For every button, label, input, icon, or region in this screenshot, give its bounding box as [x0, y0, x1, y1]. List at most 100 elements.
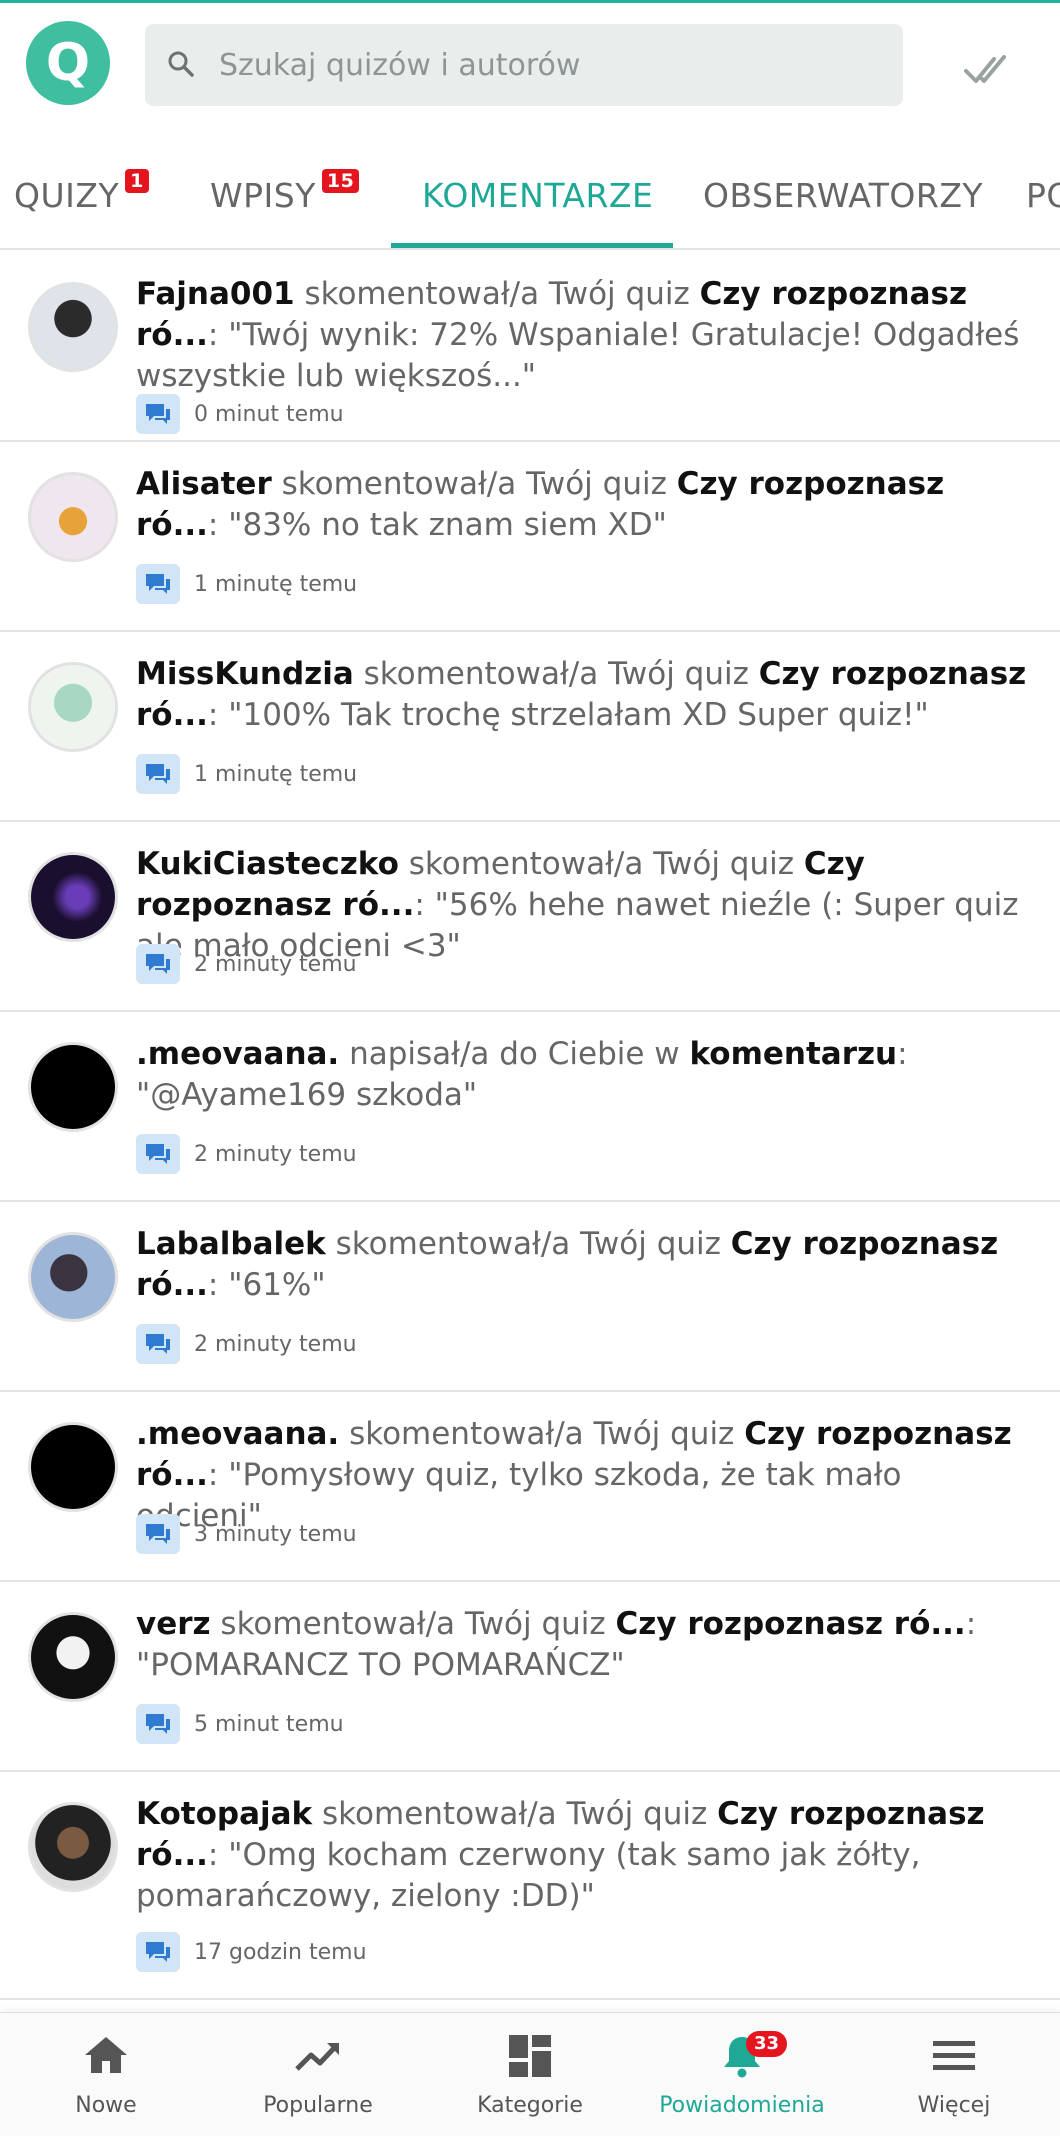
nav-label: Kategorie [477, 2093, 583, 2118]
username-link[interactable]: MissKundzia [136, 656, 354, 692]
logo-letter: Q [45, 33, 91, 93]
timestamp: 17 godzin temu [194, 1939, 367, 1965]
bottom-navigation: Nowe Popularne Kategorie 33 Powiadomieni… [0, 2012, 1060, 2136]
notification-meta: 5 minut temu [136, 1704, 344, 1744]
notification-meta: 17 godzin temu [136, 1932, 367, 1972]
notification-item[interactable]: KukiCiasteczko skomentował/a Twój quiz C… [0, 822, 1060, 1012]
nav-kategorie[interactable]: Kategorie [424, 2013, 636, 2136]
nav-powiadomienia[interactable]: 33 Powiadomienia [636, 2013, 848, 2136]
comment-icon [136, 1324, 180, 1364]
comment-icon [136, 754, 180, 794]
notification-meta: 1 minutę temu [136, 754, 357, 794]
timestamp: 0 minut temu [194, 401, 344, 427]
notification-item[interactable]: Alisater skomentował/a Twój quiz Czy roz… [0, 442, 1060, 632]
notification-item[interactable]: .meovaana. napisał/a do Ciebie w komenta… [0, 1012, 1060, 1202]
nav-label: Nowe [75, 2093, 137, 2118]
tab-badge: 15 [321, 169, 360, 193]
username-link[interactable]: Alisater [136, 466, 272, 502]
notification-meta: 3 minuty temu [136, 1514, 357, 1554]
notification-item[interactable]: verz skomentował/a Twój quiz Czy rozpozn… [0, 1582, 1060, 1772]
notification-item[interactable]: Fajna001 skomentował/a Twój quiz Czy roz… [0, 252, 1060, 442]
timestamp: 2 minuty temu [194, 951, 357, 977]
action-text: skomentował/a Twój quiz [353, 656, 759, 692]
username-link[interactable]: Kotopajak [136, 1796, 312, 1832]
action-text: skomentował/a Twój quiz [325, 1226, 731, 1262]
notification-text: MissKundzia skomentował/a Twój quiz Czy … [136, 654, 1036, 736]
comment-link[interactable]: komentarzu [690, 1036, 898, 1072]
comment-icon [136, 1932, 180, 1972]
notification-list: Fajna001 skomentował/a Twój quiz Czy roz… [0, 252, 1060, 2012]
timestamp: 2 minuty temu [194, 1141, 357, 1167]
notification-meta: 1 minutę temu [136, 564, 357, 604]
timestamp: 3 minuty temu [194, 1521, 357, 1547]
action-text: skomentował/a Twój quiz [210, 1606, 616, 1642]
nav-label: Więcej [917, 2093, 991, 2118]
username-link[interactable]: Labalbalek [136, 1226, 326, 1262]
tab-label: PO [1026, 175, 1060, 215]
search-bar[interactable] [145, 24, 903, 106]
action-text: skomentował/a Twój quiz [271, 466, 677, 502]
notification-item[interactable]: Kotopajak skomentował/a Twój quiz Czy ro… [0, 1772, 1060, 2000]
avatar[interactable] [28, 1802, 118, 1892]
notification-meta: 0 minut temu [136, 394, 344, 434]
avatar[interactable] [28, 852, 118, 942]
quiz-link[interactable]: Czy rozpoznasz ró... [616, 1606, 966, 1642]
username-link[interactable]: .meovaana. [136, 1036, 339, 1072]
avatar[interactable] [28, 1612, 118, 1702]
notification-meta: 2 minuty temu [136, 944, 357, 984]
timestamp: 1 minutę temu [194, 761, 358, 787]
trending-icon [295, 2043, 339, 2071]
timestamp: 2 minuty temu [194, 1331, 357, 1357]
nav-nowe[interactable]: Nowe [0, 2013, 212, 2136]
comment-text: : "83% no tak znam siem XD" [207, 507, 667, 543]
nav-label: Powiadomienia [659, 2093, 825, 2118]
avatar[interactable] [28, 1422, 118, 1512]
avatar[interactable] [28, 282, 118, 372]
notification-item[interactable]: Labalbalek skomentował/a Twój quiz Czy r… [0, 1202, 1060, 1392]
tab-komentarze[interactable]: KOMENTARZE [422, 140, 654, 248]
action-text: skomentował/a Twój quiz [294, 276, 700, 312]
tab-wpisy[interactable]: WPISY 15 [210, 140, 360, 248]
timestamp: 1 minutę temu [194, 571, 358, 597]
username-link[interactable]: .meovaana. [136, 1416, 339, 1452]
tab-label: OBSERWATORZY [703, 175, 984, 215]
notification-meta: 2 minuty temu [136, 1324, 357, 1364]
notification-text: .meovaana. napisał/a do Ciebie w komenta… [136, 1034, 1036, 1116]
tab-badge: 1 [125, 169, 149, 193]
notification-tabs: QUIZY 1 WPISY 15 KOMENTARZE OBSERWATORZY… [0, 140, 1060, 250]
comment-text: : "100% Tak trochę strzelałam XD Super q… [207, 697, 929, 733]
tab-obserwatorzy[interactable]: OBSERWATORZY [703, 140, 984, 248]
notification-text: Kotopajak skomentował/a Twój quiz Czy ro… [136, 1794, 1036, 1917]
action-text: skomentował/a Twój quiz [398, 846, 804, 882]
avatar[interactable] [28, 472, 118, 562]
search-input[interactable] [219, 24, 879, 106]
active-tab-indicator [391, 243, 673, 248]
categories-icon [509, 2035, 551, 2077]
action-text: napisał/a do Ciebie w [339, 1036, 690, 1072]
comment-icon [136, 944, 180, 984]
comment-icon [136, 564, 180, 604]
nav-wiecej[interactable]: Więcej [848, 2013, 1060, 2136]
notification-text: Alisater skomentował/a Twój quiz Czy roz… [136, 464, 1036, 546]
notification-item[interactable]: MissKundzia skomentował/a Twój quiz Czy … [0, 632, 1060, 822]
tab-label: QUIZY [14, 175, 120, 215]
username-link[interactable]: KukiCiasteczko [136, 846, 399, 882]
notification-text: Labalbalek skomentował/a Twój quiz Czy r… [136, 1224, 1036, 1306]
notifications-badge: 33 [746, 2031, 788, 2057]
comment-icon [136, 1514, 180, 1554]
username-link[interactable]: verz [136, 1606, 211, 1642]
app-logo[interactable]: Q [26, 21, 110, 105]
avatar[interactable] [28, 662, 118, 752]
comment-text: : "61%" [207, 1267, 326, 1303]
username-link[interactable]: Fajna001 [136, 276, 295, 312]
mark-all-read-icon[interactable] [962, 49, 1010, 89]
tab-quizy[interactable]: QUIZY 1 [14, 140, 149, 248]
nav-popularne[interactable]: Popularne [212, 2013, 424, 2136]
header: Q [0, 3, 1060, 133]
avatar[interactable] [28, 1232, 118, 1322]
notification-text: Fajna001 skomentował/a Twój quiz Czy roz… [136, 274, 1036, 397]
tab-label: KOMENTARZE [422, 175, 654, 215]
notification-item[interactable]: .meovaana. skomentował/a Twój quiz Czy r… [0, 1392, 1060, 1582]
avatar[interactable] [28, 1042, 118, 1132]
tab-more[interactable]: PO [1026, 140, 1060, 248]
